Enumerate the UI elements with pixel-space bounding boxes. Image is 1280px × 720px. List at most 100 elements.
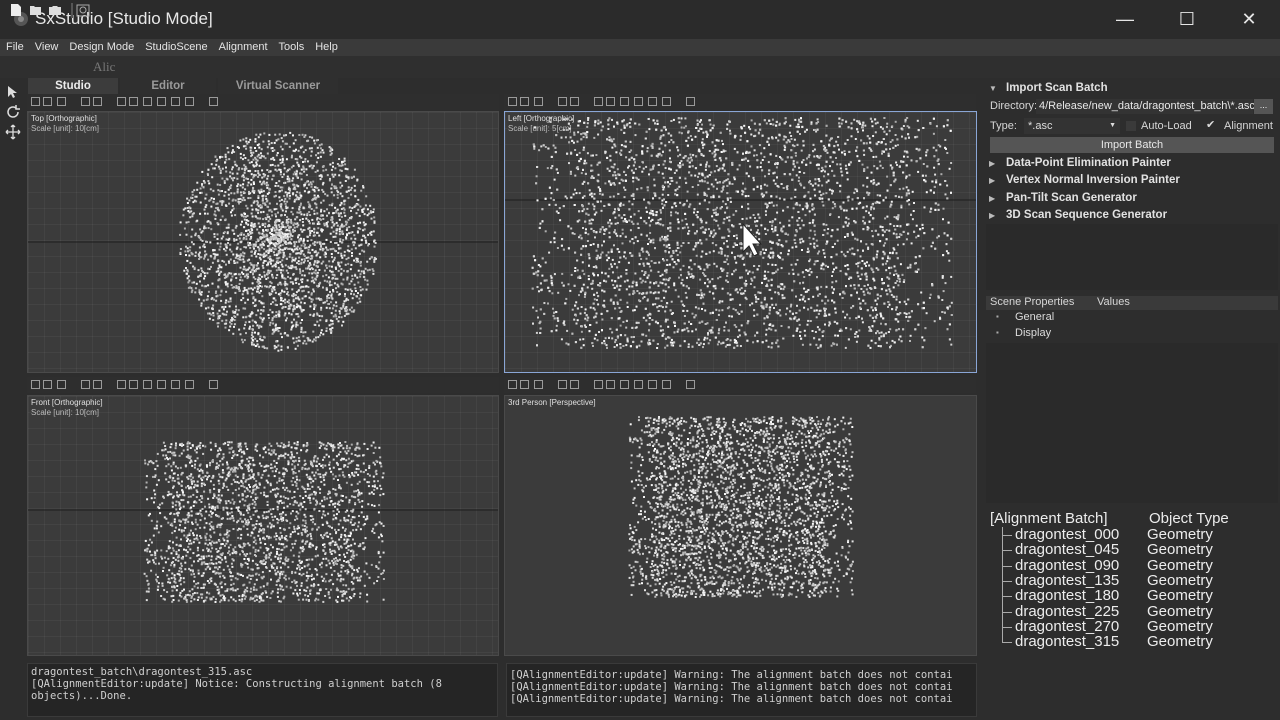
menu-alignment[interactable]: Alignment: [213, 39, 273, 56]
maximize-button[interactable]: ☐: [1156, 0, 1218, 39]
point-cloud-dot: [313, 231, 316, 234]
vp-tool-icon[interactable]: [129, 380, 138, 389]
vp-tool-icon[interactable]: [57, 97, 66, 106]
open-folder-icon[interactable]: [29, 3, 43, 18]
vp-tool-icon[interactable]: [534, 97, 543, 106]
vp-tool-icon[interactable]: [171, 380, 180, 389]
point-cloud-dot: [357, 198, 360, 201]
point-cloud-dot: [300, 310, 303, 313]
grid-icon[interactable]: [686, 97, 695, 106]
point-cloud-dot: [886, 215, 889, 218]
vp-tool-icon[interactable]: [157, 380, 166, 389]
vp-tool-icon[interactable]: [31, 97, 40, 106]
vp-tool-icon[interactable]: [129, 97, 138, 106]
vp-tool-icon[interactable]: [634, 97, 643, 106]
point-cloud-dot: [277, 232, 280, 234]
point-cloud-dot: [212, 200, 215, 203]
vp-tool-icon[interactable]: [620, 380, 629, 389]
select-arrow-icon[interactable]: [7, 85, 19, 102]
vp-tool-icon[interactable]: [620, 97, 629, 106]
point-cloud-dot: [895, 161, 898, 164]
vp-tool-icon[interactable]: [648, 380, 657, 389]
point-cloud-dot: [646, 147, 649, 150]
menu-design-mode[interactable]: Design Mode: [63, 39, 139, 56]
vp-tool-icon[interactable]: [185, 97, 194, 106]
vp-tool-icon[interactable]: [594, 380, 603, 389]
vp-tool-icon[interactable]: [558, 97, 567, 106]
vp-tool-icon[interactable]: [534, 380, 543, 389]
vp-tool-icon[interactable]: [157, 97, 166, 106]
point-cloud-dot: [239, 152, 242, 155]
vp-tool-icon[interactable]: [117, 97, 126, 106]
vp-tool-icon[interactable]: [594, 97, 603, 106]
point-cloud-dot: [262, 305, 265, 308]
vp-tool-icon[interactable]: [57, 380, 66, 389]
viewport-left[interactable]: Left [Orthographic] Scale [unit]: 5[cm]: [504, 111, 977, 373]
vp-tool-icon[interactable]: [93, 97, 102, 106]
point-cloud-dot: [263, 202, 266, 205]
menu-tools[interactable]: Tools: [273, 39, 310, 56]
save-icon[interactable]: [48, 3, 62, 18]
vp-tool-icon[interactable]: [171, 97, 180, 106]
tab-studio[interactable]: Studio: [28, 78, 118, 94]
point-cloud-dot: [204, 227, 207, 230]
vp-tool-icon[interactable]: [520, 97, 529, 106]
point-cloud-dot: [288, 177, 290, 180]
vp-tool-icon[interactable]: [143, 380, 152, 389]
close-button[interactable]: ✕: [1218, 0, 1280, 39]
alignment-tool-icon[interactable]: [76, 3, 90, 18]
minimize-button[interactable]: —: [1094, 0, 1156, 39]
point-cloud-dot: [260, 154, 263, 157]
vp-tool-icon[interactable]: [81, 380, 90, 389]
point-cloud-dot: [281, 259, 284, 262]
vp-tool-icon[interactable]: [43, 380, 52, 389]
grid-icon[interactable]: [209, 97, 218, 106]
point-cloud-dot: [262, 345, 265, 348]
rotate-icon[interactable]: [5, 104, 21, 123]
menu-studioscene[interactable]: StudioScene: [139, 39, 212, 56]
vp-tool-icon[interactable]: [43, 97, 52, 106]
vp-tool-icon[interactable]: [143, 97, 152, 106]
vp-tool-icon[interactable]: [93, 380, 102, 389]
menu-file[interactable]: File: [0, 39, 29, 56]
vp-tool-icon[interactable]: [570, 380, 579, 389]
point-cloud-dot: [312, 222, 315, 225]
vp-tool-icon[interactable]: [520, 380, 529, 389]
new-file-icon[interactable]: [10, 3, 24, 18]
grid-icon[interactable]: [686, 380, 695, 389]
vp-tool-icon[interactable]: [606, 97, 615, 106]
point-cloud-dot: [278, 190, 281, 193]
move-icon[interactable]: [5, 124, 21, 143]
point-cloud-dot: [318, 269, 321, 271]
point-cloud-dot: [690, 268, 693, 271]
tab-editor[interactable]: Editor: [120, 78, 216, 94]
point-cloud-dot: [346, 278, 349, 281]
point-cloud-dot: [353, 293, 355, 296]
menu-view[interactable]: View: [29, 39, 64, 56]
vp-tool-icon[interactable]: [662, 380, 671, 389]
vp-tool-icon[interactable]: [117, 380, 126, 389]
point-cloud-dot: [860, 288, 863, 290]
vp-tool-icon[interactable]: [634, 380, 643, 389]
menu-help[interactable]: Help: [309, 39, 343, 56]
viewport-top[interactable]: Top [Orthographic] Scale [unit]: 10[cm]: [27, 111, 499, 373]
vp-tool-icon[interactable]: [508, 380, 517, 389]
vp-tool-icon[interactable]: [81, 97, 90, 106]
point-cloud-dot: [207, 168, 210, 171]
vp-tool-icon[interactable]: [648, 97, 657, 106]
point-cloud-dot: [269, 324, 272, 327]
point-cloud-dot: [272, 243, 275, 246]
vp-tool-icon[interactable]: [606, 380, 615, 389]
vp-tool-icon[interactable]: [662, 97, 671, 106]
vp-tool-icon[interactable]: [558, 380, 567, 389]
grid-icon[interactable]: [209, 380, 218, 389]
point-cloud-dot: [263, 240, 266, 243]
vp-tool-icon[interactable]: [570, 97, 579, 106]
vp-tool-icon[interactable]: [185, 380, 194, 389]
vp-tool-icon[interactable]: [31, 380, 40, 389]
point-cloud-dot: [315, 264, 318, 267]
vp-tool-icon[interactable]: [508, 97, 517, 106]
point-cloud-dot: [320, 210, 322, 213]
point-cloud-dot: [293, 183, 295, 186]
tab-virtual-scanner[interactable]: Virtual Scanner: [218, 78, 338, 94]
